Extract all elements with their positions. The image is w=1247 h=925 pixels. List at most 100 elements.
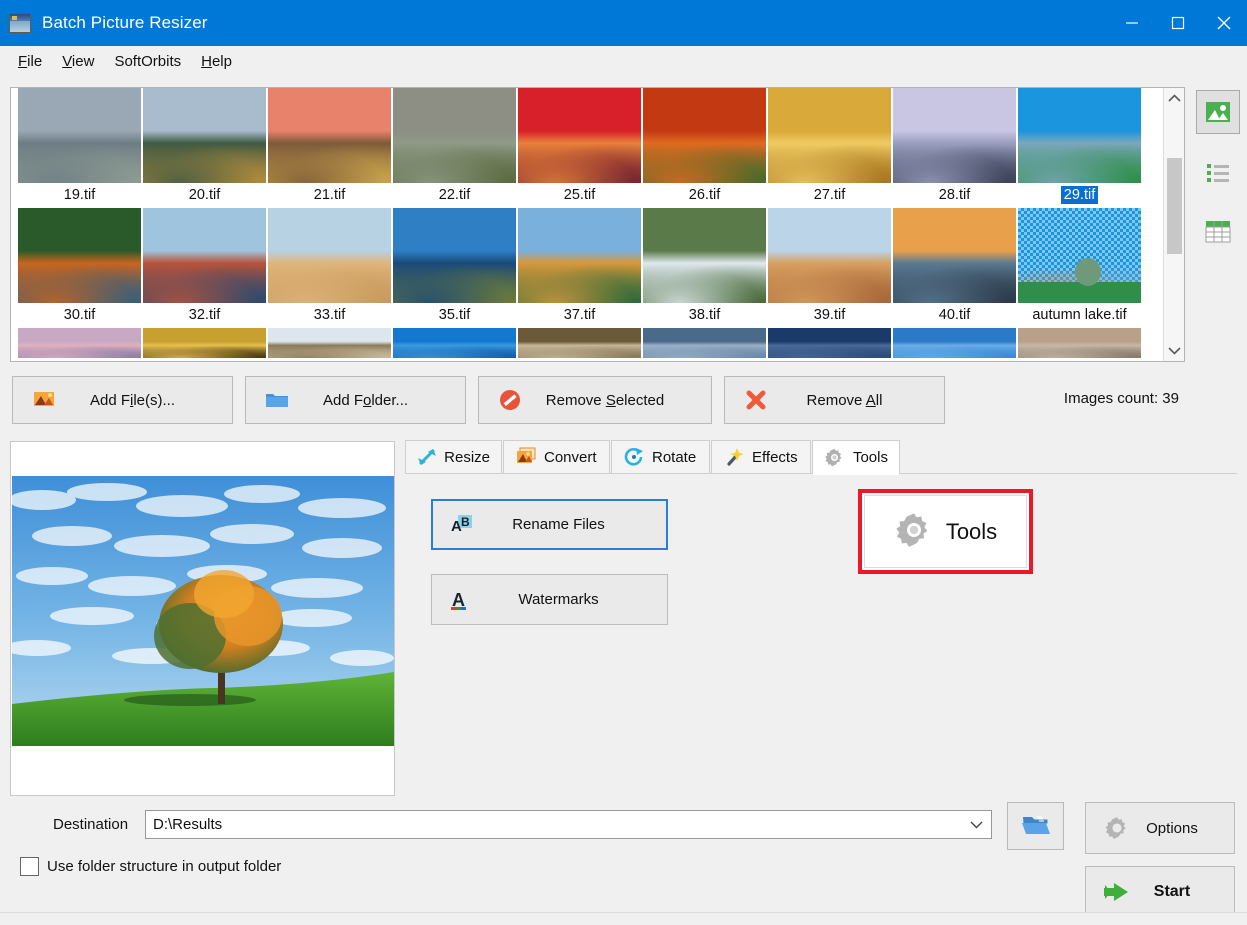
thumbnail-image[interactable] (1018, 88, 1141, 183)
thumbnail-cell[interactable]: 6.tif (142, 88, 267, 183)
thumbnail-cell[interactable]: 29.tif (1017, 183, 1142, 303)
thumbnail-cell[interactable]: 21.tif (267, 183, 392, 303)
watermark-a-icon: A (446, 589, 476, 611)
tab-tools[interactable]: Tools (812, 440, 900, 475)
thumbnail-image[interactable] (268, 88, 391, 183)
thumbnail-cell[interactable]: 30.tif (17, 303, 142, 358)
options-button[interactable]: Options (1085, 802, 1235, 854)
thumbnail-image[interactable] (268, 328, 391, 358)
thumbnail-image[interactable] (143, 88, 266, 183)
use-folder-structure-checkbox[interactable] (20, 857, 39, 876)
thumbnail-cell[interactable]: 22.tif (392, 183, 517, 303)
thumbnail-cell[interactable]: 28.tif (892, 183, 1017, 303)
menu-help[interactable]: Help (191, 49, 242, 74)
thumbnail-image[interactable] (893, 208, 1016, 303)
thumbnail-image[interactable] (893, 88, 1016, 183)
thumbnail-label: 35.tif (438, 307, 471, 323)
thumbnail-image[interactable] (18, 328, 141, 358)
maximize-button[interactable] (1155, 0, 1201, 46)
thumbnail-cell[interactable]: 20.tif (142, 183, 267, 303)
thumbnail-cell[interactable]: 18.tif (1017, 88, 1142, 183)
tab-resize[interactable]: Resize (405, 440, 502, 474)
start-button[interactable]: Start (1085, 866, 1235, 918)
thumbnail-cell[interactable]: 33.tif (267, 303, 392, 358)
remove-selected-button[interactable]: Remove Selected (478, 376, 712, 424)
thumbnail-cell[interactable]: 25.tif (517, 183, 642, 303)
tab-convert[interactable]: Convert (503, 440, 610, 474)
remove-all-button[interactable]: Remove All (724, 376, 945, 424)
thumbnail-cell[interactable]: 32.tif (142, 303, 267, 358)
folder-icon (260, 391, 294, 409)
menu-file[interactable]: File (8, 49, 52, 74)
menu-view[interactable]: View (52, 49, 104, 74)
thumbnail-image[interactable] (518, 88, 641, 183)
thumbnail-cell[interactable]: 7.tif (267, 88, 392, 183)
scroll-down-icon[interactable] (1164, 340, 1184, 361)
thumbnail-label: 22.tif (438, 187, 471, 203)
thumbnail-image[interactable] (268, 208, 391, 303)
chevron-down-icon[interactable] (961, 811, 991, 838)
thumbnail-image[interactable] (518, 208, 641, 303)
use-folder-structure-checkbox-row[interactable]: Use folder structure in output folder (20, 857, 281, 876)
close-button[interactable] (1201, 0, 1247, 46)
thumbnail-scrollbar[interactable] (1163, 88, 1184, 361)
thumbnail-image[interactable] (643, 88, 766, 183)
status-bar (0, 912, 1247, 925)
thumbnail-cell[interactable]: 10.tif (392, 88, 517, 183)
minimize-button[interactable] (1109, 0, 1155, 46)
thumbnail-cell[interactable]: 14.tif (767, 88, 892, 183)
tab-effects[interactable]: Effects (711, 440, 811, 474)
add-folder-button[interactable]: Add Folder... (245, 376, 466, 424)
view-mode-thumbnails[interactable] (1196, 90, 1240, 134)
thumbnail-image[interactable] (393, 328, 516, 358)
thumbnail-cell[interactable]: autumn lake.tif (1017, 303, 1142, 358)
start-label: Start (1153, 883, 1191, 900)
thumbnail-cell[interactable]: 17.tif (892, 88, 1017, 183)
destination-combobox[interactable]: D:\Results (145, 810, 992, 839)
thumbnail-cell[interactable]: 19.tif (17, 183, 142, 303)
thumbnail-image[interactable] (143, 328, 266, 358)
thumbnail-image[interactable] (393, 88, 516, 183)
thumbnail-image[interactable] (643, 208, 766, 303)
menu-softorbits[interactable]: SoftOrbits (104, 49, 191, 74)
tab-rotate[interactable]: Rotate (611, 440, 710, 474)
thumbnail-image[interactable] (393, 208, 516, 303)
thumbnail-cell[interactable]: 27.tif (767, 183, 892, 303)
thumbnail-image[interactable] (1018, 328, 1141, 358)
browse-folder-button[interactable] (1007, 802, 1064, 850)
window-controls (1109, 0, 1247, 46)
thumbnail-image[interactable] (18, 208, 141, 303)
menu-bar: File View SoftOrbits Help (0, 46, 1247, 77)
thumbnail-image[interactable] (768, 328, 891, 358)
thumbnail-label: 37.tif (563, 307, 596, 323)
thumbnail-cell[interactable]: 39.tif (767, 303, 892, 358)
view-mode-list[interactable] (1196, 150, 1240, 194)
thumbnail-label: 26.tif (688, 187, 721, 203)
thumbnail-cell[interactable]: 12.tif (642, 88, 767, 183)
thumbnail-image[interactable] (768, 208, 891, 303)
selected-thumbnail-image[interactable] (1018, 208, 1141, 303)
add-files-button[interactable]: Add File(s)... (12, 376, 233, 424)
thumbnail-image[interactable] (768, 88, 891, 183)
scrollbar-thumb[interactable] (1167, 158, 1182, 254)
view-mode-details[interactable] (1196, 210, 1240, 254)
thumbnail-cell[interactable]: 38.tif (642, 303, 767, 358)
thumbnail-image[interactable] (18, 88, 141, 183)
image-thumbnail-list[interactable]: 5.tif6.tif7.tif10.tif11.tif12.tif14.tif1… (10, 87, 1185, 362)
thumbnail-image[interactable] (518, 328, 641, 358)
rename-files-button[interactable]: AB Rename Files (431, 499, 668, 550)
thumbnail-grid: 5.tif6.tif7.tif10.tif11.tif12.tif14.tif1… (17, 88, 1157, 358)
scroll-up-icon[interactable] (1164, 88, 1184, 109)
thumbnail-image[interactable] (643, 328, 766, 358)
thumbnail-cell[interactable]: 5.tif (17, 88, 142, 183)
thumbnail-cell[interactable]: 26.tif (642, 183, 767, 303)
thumbnail-cell[interactable]: 35.tif (392, 303, 517, 358)
tab-effects-label: Effects (752, 448, 798, 466)
thumbnail-label: 32.tif (188, 307, 221, 323)
thumbnail-cell[interactable]: 11.tif (517, 88, 642, 183)
watermarks-button[interactable]: A Watermarks (431, 574, 668, 625)
thumbnail-cell[interactable]: 40.tif (892, 303, 1017, 358)
thumbnail-cell[interactable]: 37.tif (517, 303, 642, 358)
thumbnail-image[interactable] (143, 208, 266, 303)
thumbnail-image[interactable] (893, 328, 1016, 358)
